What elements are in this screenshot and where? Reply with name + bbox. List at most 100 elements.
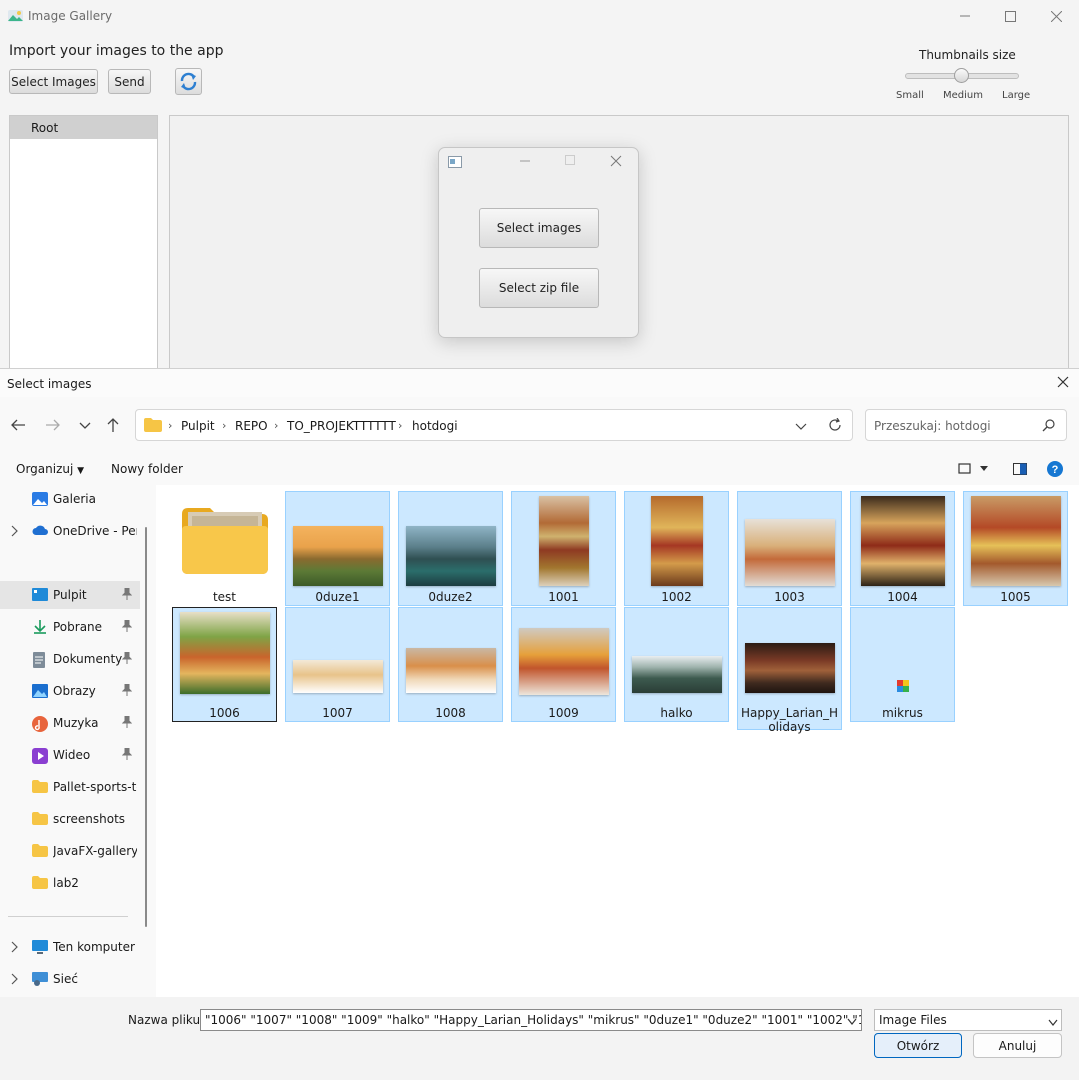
arrow-right-icon xyxy=(46,419,60,431)
close-button[interactable] xyxy=(1033,0,1079,32)
image-thumbnail xyxy=(292,526,383,586)
chevron-right-icon[interactable] xyxy=(10,941,18,956)
open-button[interactable]: Otwórz xyxy=(874,1033,962,1058)
address-dropdown-button[interactable] xyxy=(795,421,807,435)
chevron-right-icon[interactable] xyxy=(10,973,18,988)
nav-item-label: Pallet-sports-tou xyxy=(53,780,137,794)
popup-select-zip-button[interactable]: Select zip file xyxy=(479,268,599,308)
new-folder-button[interactable]: Nowy folder xyxy=(111,462,183,476)
breadcrumb-separator-icon: › xyxy=(168,419,173,432)
popup-minimize-icon[interactable] xyxy=(519,154,531,166)
view-options-button[interactable] xyxy=(958,463,990,478)
dialog-toolbar: Organizuj ▼ Nowy folder ? xyxy=(0,455,1079,485)
back-button[interactable] xyxy=(10,418,26,435)
file-item[interactable]: 1004 xyxy=(850,491,955,606)
nav-item-label: lab2 xyxy=(53,876,79,890)
up-button[interactable] xyxy=(106,417,120,436)
dialog-titlebar: Select images xyxy=(0,369,1079,397)
dialog-title: Select images xyxy=(7,377,92,391)
nav-item[interactable]: Ten komputer xyxy=(0,933,140,961)
help-button[interactable]: ? xyxy=(1047,461,1063,480)
file-name: test xyxy=(212,590,237,604)
nav-item[interactable]: Obrazy xyxy=(0,677,140,705)
maximize-button[interactable] xyxy=(987,0,1033,32)
image-thumbnail xyxy=(744,519,835,586)
nav-item[interactable]: JavaFX-gallery-v xyxy=(0,837,140,865)
popup-close-icon[interactable] xyxy=(610,155,622,167)
breadcrumb-project[interactable]: TO_PROJEKTTTTTT xyxy=(287,419,396,433)
send-button[interactable]: Send xyxy=(108,69,151,94)
minimize-button[interactable] xyxy=(942,0,988,32)
recent-locations-button[interactable] xyxy=(79,420,91,434)
breadcrumb-repo[interactable]: REPO xyxy=(235,419,268,433)
nav-item[interactable]: Muzyka xyxy=(0,709,140,737)
folder-icon xyxy=(144,418,162,435)
file-item[interactable]: 1006 xyxy=(172,607,277,722)
nav-item[interactable]: Pulpit xyxy=(0,581,140,609)
preview-pane-button[interactable] xyxy=(1013,463,1027,478)
organize-menu[interactable]: Organizuj ▼ xyxy=(16,462,84,476)
help-icon: ? xyxy=(1047,461,1063,477)
file-item[interactable]: 1002 xyxy=(624,491,729,606)
nav-item[interactable]: Wideo xyxy=(0,741,140,769)
nav-item[interactable]: lab2 xyxy=(0,869,140,897)
file-item[interactable]: halko xyxy=(624,607,729,722)
file-item[interactable]: mikrus xyxy=(850,607,955,722)
refresh-button[interactable] xyxy=(828,417,842,435)
filetype-select[interactable]: Image Files xyxy=(874,1009,1062,1031)
search-icon xyxy=(1042,419,1055,435)
nav-item[interactable]: Dokumenty xyxy=(0,645,140,673)
folder-item[interactable]: test xyxy=(172,491,277,606)
file-item[interactable]: 1001 xyxy=(511,491,616,606)
refresh-icon xyxy=(829,417,841,431)
file-item[interactable]: 1005 xyxy=(963,491,1068,606)
file-item[interactable]: Happy_Larian_H olidays xyxy=(737,607,842,734)
breadcrumb-hotdogi[interactable]: hotdogi xyxy=(412,419,458,433)
nav-item[interactable]: screenshots xyxy=(0,805,140,833)
file-name: halko xyxy=(660,706,693,720)
file-item[interactable]: 1003 xyxy=(737,491,842,606)
popup-maximize-icon[interactable] xyxy=(564,154,576,166)
nav-item[interactable]: Galeria xyxy=(0,485,140,513)
image-thumbnail xyxy=(179,612,270,694)
minimize-icon xyxy=(960,15,970,17)
nav-scrollbar[interactable] xyxy=(145,527,147,927)
nav-item-label: OneDrive - Persi xyxy=(53,524,137,538)
nav-item[interactable]: OneDrive - Persi xyxy=(0,517,140,545)
address-bar[interactable]: › Pulpit › REPO › TO_PROJEKTTTTTT › hotd… xyxy=(135,409,853,441)
image-thumbnail xyxy=(518,628,609,695)
image-thumbnail xyxy=(405,526,496,586)
refresh-button[interactable] xyxy=(175,68,202,95)
nav-item[interactable]: Pallet-sports-tou xyxy=(0,773,140,801)
forward-button[interactable] xyxy=(45,418,61,435)
nav-divider xyxy=(8,916,128,917)
pin-icon xyxy=(121,715,133,731)
file-item[interactable]: 1009 xyxy=(511,607,616,722)
popup-select-images-button[interactable]: Select images xyxy=(479,208,599,248)
nav-item[interactable]: Pobrane xyxy=(0,613,140,641)
filename-input[interactable]: "1006" "1007" "1008" "1009" "halko" "Hap… xyxy=(200,1009,862,1031)
file-item[interactable]: 0duze2 xyxy=(398,491,503,606)
search-placeholder: Przeszukaj: hotdogi xyxy=(874,419,991,433)
file-name: Happy_Larian_H olidays xyxy=(740,706,838,734)
file-item[interactable]: 0duze1 xyxy=(285,491,390,606)
thumbnails-size-label: Thumbnails size xyxy=(919,48,1016,62)
search-input[interactable]: Przeszukaj: hotdogi xyxy=(865,409,1067,441)
folder-tree[interactable]: Root xyxy=(9,115,158,375)
slider-tick-small: Small xyxy=(896,90,924,101)
dialog-close-button[interactable] xyxy=(1057,376,1071,390)
chevron-down-icon xyxy=(79,422,91,429)
file-item[interactable]: 1007 xyxy=(285,607,390,722)
select-images-button[interactable]: Select Images xyxy=(9,69,98,94)
file-name: 0duze2 xyxy=(428,590,473,604)
slider-thumb[interactable] xyxy=(954,68,969,83)
preview-pane-icon xyxy=(1013,463,1027,475)
file-item[interactable]: 1008 xyxy=(398,607,503,722)
tree-item-root[interactable]: Root xyxy=(10,116,157,139)
chevron-right-icon[interactable] xyxy=(10,525,18,540)
breadcrumb-pulpit[interactable]: Pulpit xyxy=(181,419,215,433)
cancel-button[interactable]: Anuluj xyxy=(973,1033,1062,1058)
breadcrumb-separator-icon: › xyxy=(398,419,403,432)
nav-item[interactable]: Sieć xyxy=(0,965,140,993)
filename-dropdown-icon[interactable] xyxy=(847,1015,857,1029)
